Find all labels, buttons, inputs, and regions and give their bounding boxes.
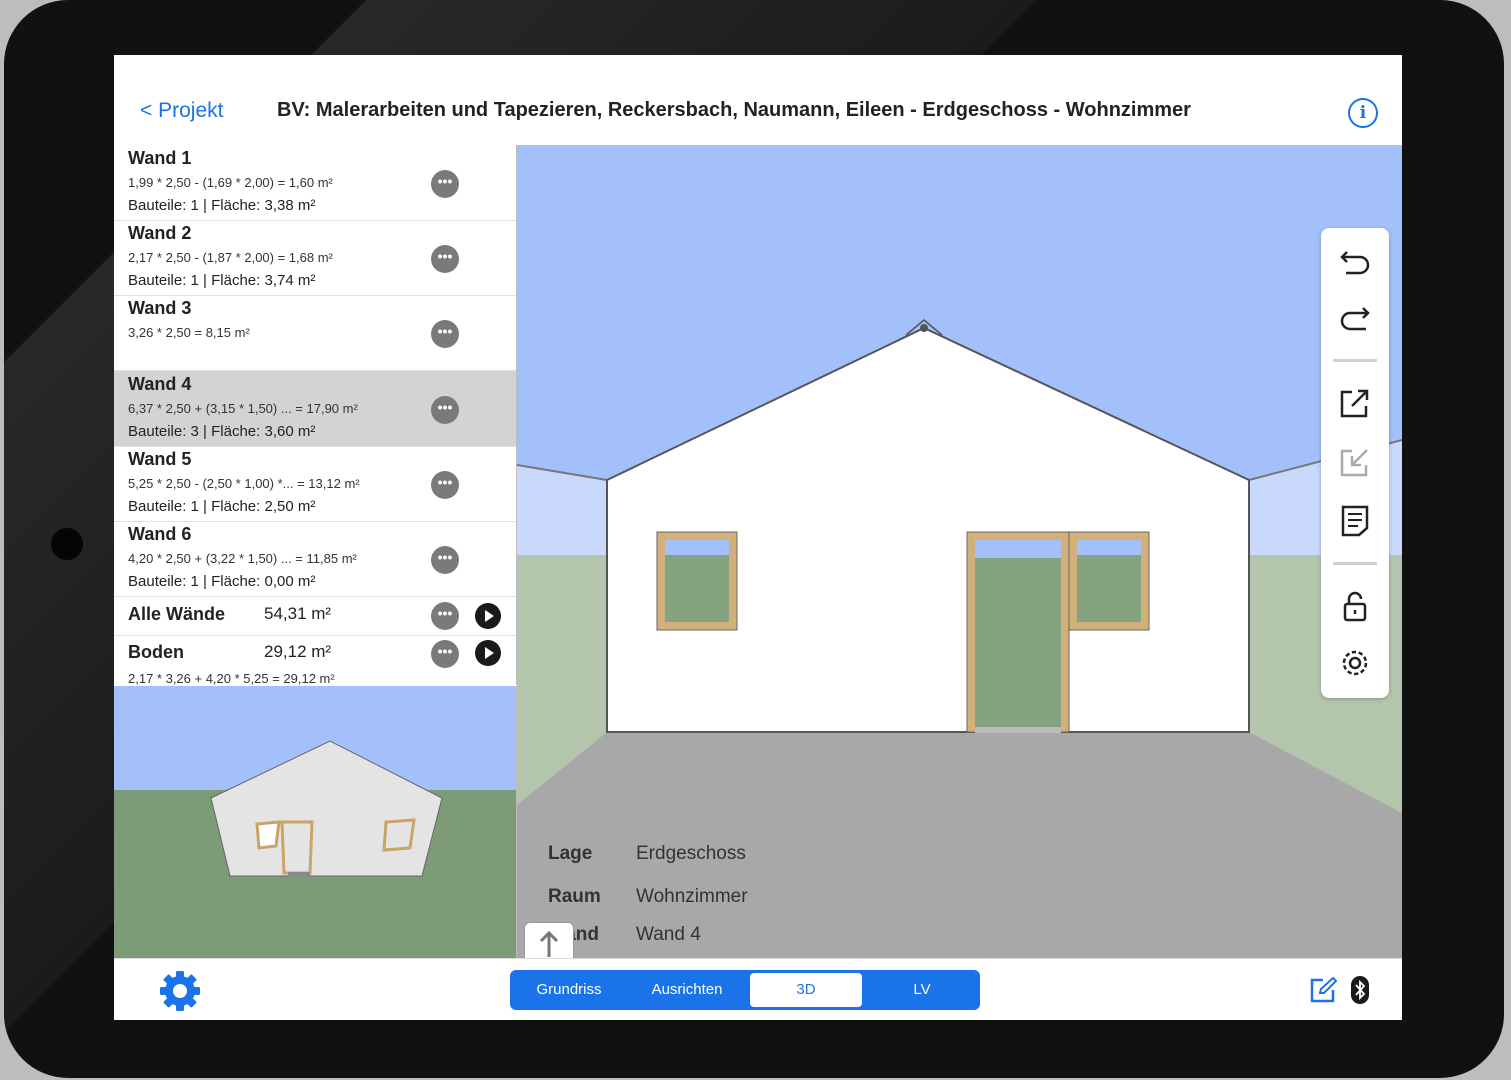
undo-icon[interactable] bbox=[1338, 242, 1372, 276]
more-options-button[interactable]: ••• bbox=[431, 546, 459, 574]
front-camera bbox=[49, 526, 85, 562]
wall-name: Wand 2 bbox=[128, 223, 192, 243]
all-walls-value: 54,31 m² bbox=[264, 604, 332, 623]
view-toolbar bbox=[1321, 228, 1389, 698]
wall-summary: Bauteile: 1 | Fläche: 3,38 m² bbox=[128, 197, 316, 214]
navigation-bar: < Projekt BV: Malerarbeiten und Tapezier… bbox=[114, 55, 1402, 146]
gear-icon[interactable] bbox=[1338, 646, 1372, 680]
wall-row-2[interactable]: Wand 2 2,17 * 2,50 - (1,87 * 2,00) = 1,6… bbox=[114, 220, 516, 296]
more-options-button[interactable]: ••• bbox=[431, 170, 459, 198]
wall-name: Wand 3 bbox=[128, 298, 192, 318]
wall-name: Wand 1 bbox=[128, 148, 192, 168]
view-mode-segmented-control: Grundriss Ausrichten 3D LV bbox=[510, 970, 980, 1010]
wall-summary: Bauteile: 1 | Fläche: 3,74 m² bbox=[128, 272, 316, 289]
floor-value: 29,12 m² bbox=[264, 642, 332, 661]
wall-name: Wand 6 bbox=[128, 524, 192, 544]
back-to-project-button[interactable]: < Projekt bbox=[140, 99, 223, 123]
wall-row-6[interactable]: Wand 6 4,20 * 2,50 + (3,22 * 1,50) ... =… bbox=[114, 521, 516, 597]
wall-formula: 3,26 * 2,50 = 8,15 m² bbox=[128, 325, 250, 340]
wall-row-5[interactable]: Wand 5 5,25 * 2,50 - (2,50 * 1,00) *... … bbox=[114, 446, 516, 522]
toolbar-divider bbox=[1333, 562, 1377, 565]
more-options-button[interactable]: ••• bbox=[431, 640, 459, 668]
wall-formula: 4,20 * 2,50 + (3,22 * 1,50) ... = 11,85 … bbox=[128, 551, 357, 566]
app-screen: < Projekt BV: Malerarbeiten und Tapezier… bbox=[114, 55, 1402, 1020]
import-icon[interactable] bbox=[1338, 445, 1372, 479]
notes-icon[interactable] bbox=[1338, 504, 1372, 538]
room-3d-drawing bbox=[517, 145, 1402, 958]
play-icon[interactable] bbox=[475, 603, 501, 629]
arrow-up-icon bbox=[539, 930, 559, 957]
floor-label: Boden bbox=[128, 642, 184, 662]
redo-icon[interactable] bbox=[1338, 302, 1372, 336]
tab-3d[interactable]: 3D bbox=[750, 973, 862, 1007]
lage-value: Erdgeschoss bbox=[636, 843, 746, 864]
raum-value: Wohnzimmer bbox=[636, 886, 748, 907]
wall-list: Wand 1 1,99 * 2,50 - (1,69 * 2,00) = 1,6… bbox=[114, 145, 517, 685]
more-options-button[interactable]: ••• bbox=[431, 396, 459, 424]
wall-formula: 5,25 * 2,50 - (2,50 * 1,00) *... = 13,12… bbox=[128, 476, 360, 491]
lage-label: Lage bbox=[548, 843, 593, 864]
wall-row-3[interactable]: Wand 3 3,26 * 2,50 = 8,15 m² ••• bbox=[114, 295, 516, 371]
page-title: BV: Malerarbeiten und Tapezieren, Recker… bbox=[277, 99, 1191, 121]
wall-formula: 1,99 * 2,50 - (1,69 * 2,00) = 1,60 m² bbox=[128, 175, 333, 190]
raum-label: Raum bbox=[548, 886, 601, 907]
wand-value: Wand 4 bbox=[636, 924, 701, 945]
wall-summary: Bauteile: 1 | Fläche: 2,50 m² bbox=[128, 498, 316, 515]
overview-3d-view[interactable] bbox=[114, 686, 517, 958]
info-icon[interactable]: i bbox=[1348, 98, 1378, 128]
bottom-bar: Grundriss Ausrichten 3D LV bbox=[114, 958, 1402, 1020]
more-options-button[interactable]: ••• bbox=[431, 245, 459, 273]
wall-name: Wand 5 bbox=[128, 449, 192, 469]
overview-house-drawing bbox=[114, 686, 516, 958]
export-icon[interactable] bbox=[1338, 386, 1372, 420]
edit-icon[interactable] bbox=[1309, 976, 1338, 1004]
wall-row-1[interactable]: Wand 1 1,99 * 2,50 - (1,69 * 2,00) = 1,6… bbox=[114, 145, 516, 221]
main-3d-view[interactable] bbox=[517, 145, 1402, 958]
floor-row[interactable]: Boden 29,12 m² 2,17 * 3,26 + 4,20 * 5,25… bbox=[114, 635, 516, 685]
app-settings-gear-icon[interactable] bbox=[158, 969, 202, 1013]
wall-formula: 6,37 * 2,50 + (3,15 * 1,50) ... = 17,90 … bbox=[128, 401, 358, 416]
lock-icon[interactable] bbox=[1338, 589, 1372, 623]
wall-row-4[interactable]: Wand 4 6,37 * 2,50 + (3,15 * 1,50) ... =… bbox=[114, 371, 516, 447]
wall-summary: Bauteile: 1 | Fläche: 0,00 m² bbox=[128, 573, 316, 590]
tablet-frame: < Projekt BV: Malerarbeiten und Tapezier… bbox=[4, 0, 1504, 1078]
wall-formula: 2,17 * 2,50 - (1,87 * 2,00) = 1,68 m² bbox=[128, 250, 333, 265]
all-walls-row[interactable]: Alle Wände 54,31 m² ••• bbox=[114, 597, 516, 636]
more-options-button[interactable]: ••• bbox=[431, 471, 459, 499]
more-options-button[interactable]: ••• bbox=[431, 320, 459, 348]
bluetooth-icon bbox=[1350, 975, 1370, 1005]
wall-summary: Bauteile: 3 | Fläche: 3,60 m² bbox=[128, 423, 316, 440]
floor-formula: 2,17 * 3,26 + 4,20 * 5,25 = 29,12 m² bbox=[128, 671, 335, 685]
tab-grundriss[interactable]: Grundriss bbox=[513, 973, 625, 1007]
wall-name: Wand 4 bbox=[128, 374, 192, 394]
more-options-button[interactable]: ••• bbox=[431, 602, 459, 630]
tab-ausrichten[interactable]: Ausrichten bbox=[631, 973, 743, 1007]
play-icon[interactable] bbox=[475, 640, 501, 666]
toolbar-divider bbox=[1333, 359, 1377, 362]
all-walls-label: Alle Wände bbox=[128, 604, 226, 624]
tab-lv[interactable]: LV bbox=[866, 973, 978, 1007]
